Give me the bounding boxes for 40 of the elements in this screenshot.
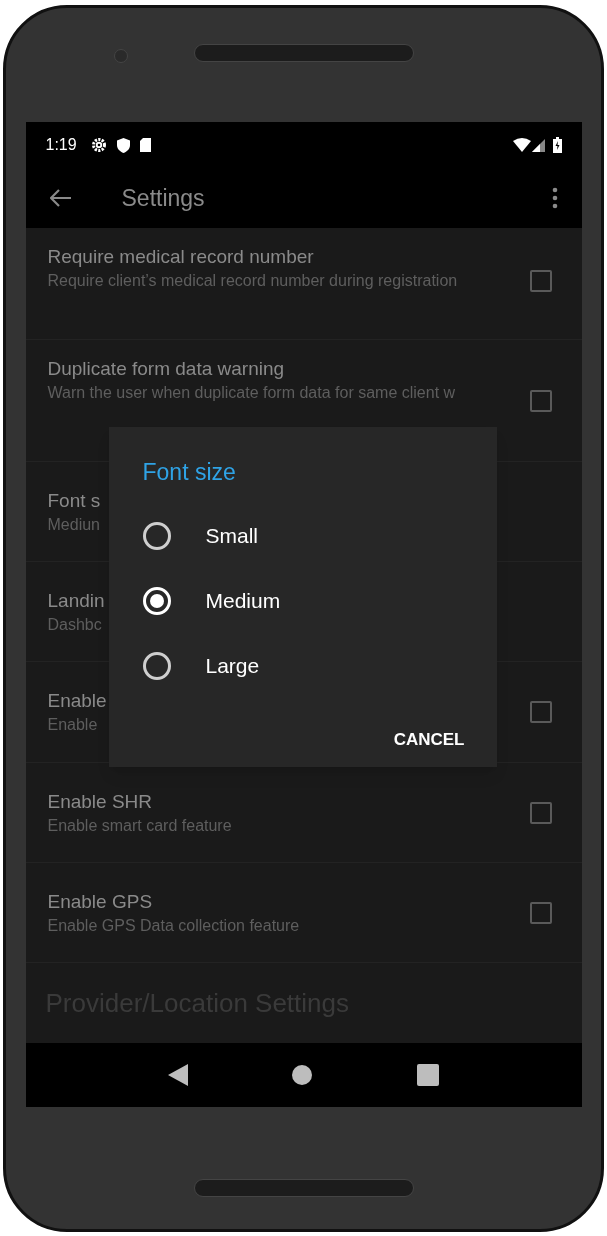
radio-button[interactable] [142, 522, 171, 550]
checkbox[interactable] [529, 390, 552, 412]
radio-button[interactable] [142, 652, 171, 680]
setting-title: Duplicate form data warning [47, 357, 285, 381]
cancel-button[interactable]: CANCEL [391, 722, 467, 756]
setting-summary: Dashbc [47, 614, 102, 635]
radio-option[interactable]: Medium [142, 568, 463, 634]
gear-icon [90, 137, 107, 153]
battery-icon [552, 137, 562, 153]
checkbox[interactable] [529, 270, 552, 292]
setting-title: Enable [47, 689, 107, 713]
radio-option[interactable]: Large [142, 633, 463, 699]
setting-title: Landin [47, 588, 105, 613]
home-nav-icon[interactable] [292, 1065, 313, 1085]
checkbox[interactable] [529, 801, 552, 824]
sd-card-icon [139, 138, 151, 152]
setting-summary: Warn the user when duplicate form data for same client w [47, 383, 456, 403]
setting-summary: Require client’s medical record number during registration [47, 271, 458, 291]
settings-row[interactable]: Enable GPS Enable GPS Data collection feature [25, 863, 582, 963]
setting-title: Enable SHR [47, 789, 153, 814]
setting-summary: Enable [47, 715, 98, 735]
back-nav-icon[interactable] [167, 1064, 188, 1086]
camera [114, 49, 128, 63]
toolbar-title: Settings [121, 183, 205, 213]
setting-title: Font s [47, 488, 101, 513]
checkbox[interactable] [529, 701, 552, 723]
overflow-menu-icon[interactable] [551, 187, 558, 209]
setting-title: Enable GPS [47, 889, 153, 914]
setting-title: Require medical record number [47, 245, 314, 269]
setting-summary: Enable smart card feature [47, 815, 232, 836]
recents-nav-icon[interactable] [417, 1064, 440, 1086]
status-time: 1:19 [45, 135, 77, 155]
setting-summary: Enable GPS Data collection feature [47, 915, 300, 936]
setting-summary: Mediun [47, 514, 100, 535]
settings-row[interactable]: Require medical record number Require client’s medical record number during registration [25, 228, 582, 340]
radio-option[interactable]: Small [142, 503, 463, 569]
back-arrow-icon[interactable] [49, 189, 72, 207]
checkbox[interactable] [529, 901, 552, 924]
signal-icon [531, 138, 545, 152]
shield-icon [116, 137, 130, 153]
